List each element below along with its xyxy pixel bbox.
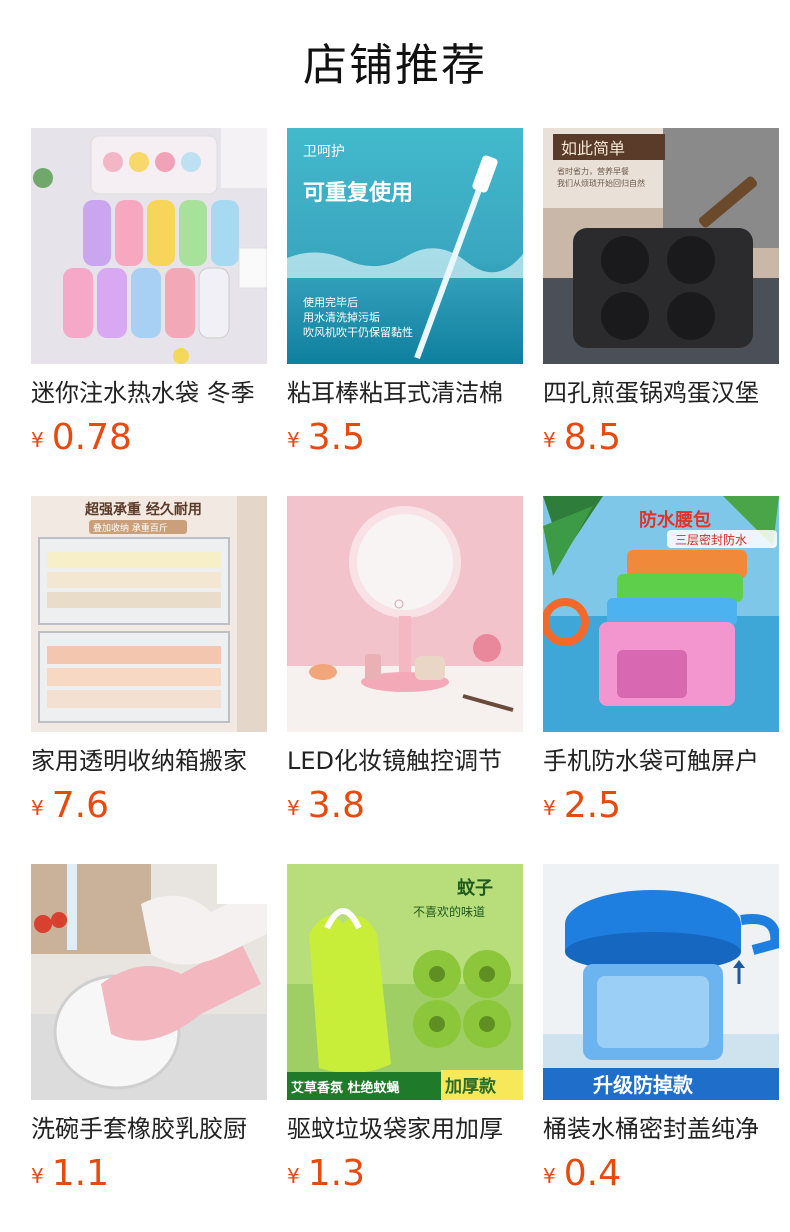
currency-symbol: ¥ — [287, 428, 300, 452]
product-price: ¥3.8 — [287, 784, 365, 830]
product-card[interactable]: 如此简单 省时省力，营养早餐 我们从烦琐开始回归自然 四孔煎蛋锅鸡蛋汉堡 ¥8.… — [543, 128, 779, 468]
currency-symbol: ¥ — [31, 428, 44, 452]
product-image[interactable]: 升级防掉款 — [543, 864, 779, 1100]
product-name[interactable]: 桶装水桶密封盖纯净 — [543, 1112, 779, 1146]
price-value: 2.5 — [563, 785, 621, 826]
product-price: ¥1.1 — [31, 1152, 109, 1198]
currency-symbol: ¥ — [287, 1164, 300, 1188]
product-image[interactable]: 防水腰包 三层密封防水 — [543, 496, 779, 732]
currency-symbol: ¥ — [31, 796, 44, 820]
feature-banner: 艾草香氛 杜绝蚊蝇 — [291, 1080, 400, 1096]
product-card[interactable]: 升级防掉款 桶装水桶密封盖纯净 ¥0.4 — [543, 864, 779, 1204]
product-price: ¥0.4 — [543, 1152, 621, 1198]
store-recommendation-page: 店铺推荐 迷你注水热水袋 冬季 ¥ 0.78 卫呵护 可重复使用 使用完毕后 用… — [0, 0, 790, 1232]
garbage-bag-image: 蚊子 不喜欢的味道 艾草香氛 杜绝蚊蝇 加厚款 — [287, 864, 523, 1100]
product-image[interactable]: 蚊子 不喜欢的味道 艾草香氛 杜绝蚊蝇 加厚款 — [287, 864, 523, 1100]
product-name[interactable]: 洗碗手套橡胶乳胶厨 — [31, 1112, 267, 1146]
price-value: 0.78 — [51, 417, 132, 458]
feature-headline: 防水腰包 — [639, 509, 711, 531]
product-name[interactable]: 驱蚊垃圾袋家用加厚 — [287, 1112, 523, 1146]
price-value: 1.3 — [307, 1153, 365, 1194]
product-price: ¥3.5 — [287, 416, 365, 462]
product-image[interactable] — [31, 128, 267, 364]
price-value: 3.8 — [307, 785, 365, 826]
product-card[interactable]: 蚊子 不喜欢的味道 艾草香氛 杜绝蚊蝇 加厚款 驱蚊垃圾袋家用加厚 ¥ 1.3 — [287, 864, 523, 1204]
dish-gloves-image — [31, 864, 267, 1100]
egg-pan-image: 如此简单 省时省力，营养早餐 我们从烦琐开始回归自然 — [543, 128, 779, 364]
product-name[interactable]: LED化妆镜触控调节 — [287, 744, 523, 778]
product-card[interactable]: LED化妆镜触控调节 ¥3.8 — [287, 496, 523, 836]
product-price: ¥1.3 — [287, 1152, 365, 1198]
slogan-label: 如此简单 — [561, 139, 625, 158]
product-price: ¥0.78 — [31, 416, 132, 462]
feature-headline: 超强承重 经久耐用 — [84, 501, 202, 518]
product-card[interactable]: 迷你注水热水袋 冬季 ¥0.78 — [31, 128, 267, 468]
instruction-line: 使用完毕后 — [303, 295, 358, 309]
water-bucket-lid-image: 升级防掉款 — [543, 864, 779, 1100]
product-card[interactable]: 防水腰包 三层密封防水 手机防水袋可触屏户 ¥2.5 — [543, 496, 779, 836]
currency-symbol: ¥ — [31, 1164, 44, 1188]
product-price: ¥7.6 — [31, 784, 109, 830]
instruction-line: 用水清洗掉污垢 — [303, 310, 380, 324]
product-price: ¥2.5 — [543, 784, 621, 830]
product-image[interactable]: 如此简单 省时省力，营养早餐 我们从烦琐开始回归自然 — [543, 128, 779, 364]
thick-badge: 加厚款 — [444, 1076, 497, 1097]
product-image[interactable]: 卫呵护 可重复使用 使用完毕后 用水清洗掉污垢 吹风机吹干仍保留黏性 — [287, 128, 523, 364]
product-card[interactable]: 洗碗手套橡胶乳胶厨 ¥1.1 — [31, 864, 267, 1204]
product-name[interactable]: 粘耳棒粘耳式清洁棉 — [287, 376, 523, 410]
product-price: ¥8.5 — [543, 416, 621, 462]
feature-banner: 升级防掉款 — [593, 1073, 694, 1097]
slogan-line: 省时省力，营养早餐 — [557, 166, 629, 176]
price-value: 0.4 — [563, 1153, 621, 1194]
currency-symbol: ¥ — [543, 1164, 556, 1188]
slogan-line: 我们从烦琐开始回归自然 — [557, 178, 645, 188]
feature-subline: 叠加收纳 承重百斤 — [93, 522, 168, 534]
product-name[interactable]: 四孔煎蛋锅鸡蛋汉堡 — [543, 376, 779, 410]
product-card[interactable]: 卫呵护 可重复使用 使用完毕后 用水清洗掉污垢 吹风机吹干仍保留黏性 粘耳棒粘耳… — [287, 128, 523, 468]
product-image[interactable]: 超强承重 经久耐用 叠加收纳 承重百斤 — [31, 496, 267, 732]
price-value: 1.1 — [51, 1153, 109, 1194]
product-image[interactable] — [287, 496, 523, 732]
price-value: 7.6 — [51, 785, 109, 826]
makeup-mirror-image — [287, 496, 523, 732]
storage-box-image: 超强承重 经久耐用 叠加收纳 承重百斤 — [31, 496, 267, 732]
instruction-line: 吹风机吹干仍保留黏性 — [303, 325, 413, 339]
ear-cleaner-image: 卫呵护 可重复使用 使用完毕后 用水清洗掉污垢 吹风机吹干仍保留黏性 — [287, 128, 523, 364]
page-title: 店铺推荐 — [303, 40, 487, 91]
feature-headline: 可重复使用 — [303, 180, 413, 206]
currency-symbol: ¥ — [543, 428, 556, 452]
product-image[interactable] — [31, 864, 267, 1100]
product-name[interactable]: 家用透明收纳箱搬家 — [31, 744, 267, 778]
feature-subline: 不喜欢的味道 — [413, 904, 485, 919]
price-value: 3.5 — [307, 417, 365, 458]
feature-subline: 三层密封防水 — [675, 532, 747, 547]
hot-water-bag-image — [31, 128, 267, 364]
price-value: 8.5 — [563, 417, 621, 458]
waterproof-bag-image: 防水腰包 三层密封防水 — [543, 496, 779, 732]
currency-symbol: ¥ — [287, 796, 300, 820]
product-name[interactable]: 手机防水袋可触屏户 — [543, 744, 779, 778]
brand-label: 卫呵护 — [303, 144, 345, 160]
currency-symbol: ¥ — [543, 796, 556, 820]
product-card[interactable]: 超强承重 经久耐用 叠加收纳 承重百斤 家用透明收纳箱搬家 ¥7.6 — [31, 496, 267, 836]
product-name[interactable]: 迷你注水热水袋 冬季 — [31, 376, 267, 410]
feature-headline: 蚊子 — [457, 877, 493, 899]
